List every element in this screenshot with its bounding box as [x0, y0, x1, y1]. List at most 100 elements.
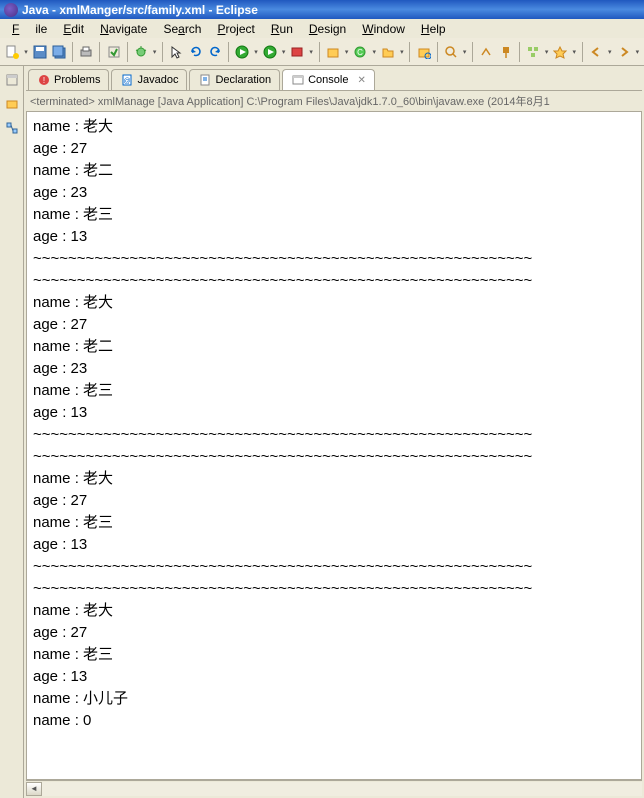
- tab-label: Javadoc: [137, 74, 178, 86]
- close-tab-icon[interactable]: ✕: [357, 75, 365, 86]
- svg-text:C: C: [358, 48, 364, 57]
- toolbar-separator: [99, 42, 100, 62]
- window-titlebar: Java - xmlManger/src/family.xml - Eclips…: [0, 0, 644, 19]
- new-folder-button[interactable]: [379, 42, 397, 62]
- ext-tools-dropdown[interactable]: ▾: [308, 48, 315, 56]
- forward-dropdown[interactable]: ▾: [634, 48, 641, 56]
- console-line: age : 27: [33, 138, 635, 160]
- console-line: age : 23: [33, 182, 635, 204]
- wizard-button[interactable]: [551, 42, 569, 62]
- back-dropdown[interactable]: ▾: [606, 48, 613, 56]
- menu-project[interactable]: Project: [209, 20, 262, 38]
- console-line: name : 老大: [33, 292, 635, 314]
- console-line: age : 13: [33, 666, 635, 688]
- new-dropdown[interactable]: ▾: [22, 48, 29, 56]
- console-line: ~~~~~~~~~~~~~~~~~~~~~~~~~~~~~~~~~~~~~~~~…: [33, 446, 635, 468]
- console-line: name : 老三: [33, 512, 635, 534]
- struct-button[interactable]: [524, 42, 542, 62]
- menu-help[interactable]: Help: [413, 20, 454, 38]
- eclipse-icon: [4, 3, 18, 17]
- toggle-button[interactable]: [477, 42, 495, 62]
- toolbar-separator: [127, 42, 128, 62]
- window-title: Java - xmlManger/src/family.xml - Eclips…: [22, 3, 258, 17]
- toolbar-separator: [582, 42, 583, 62]
- ext-tools-button[interactable]: [288, 42, 306, 62]
- forward-button[interactable]: [614, 42, 632, 62]
- redo-button[interactable]: [206, 42, 224, 62]
- editor-area: ! Problems @ Javadoc Declaration Console…: [24, 66, 644, 798]
- package-explorer-min-icon[interactable]: [4, 96, 20, 112]
- hierarchy-min-icon[interactable]: [4, 120, 20, 136]
- search-button[interactable]: [442, 42, 460, 62]
- search-dropdown[interactable]: ▾: [461, 48, 468, 56]
- console-line: name : 老二: [33, 160, 635, 182]
- toolbar-separator: [519, 42, 520, 62]
- console-line: age : 13: [33, 402, 635, 424]
- menu-search[interactable]: Search: [155, 20, 209, 38]
- console-line: age : 27: [33, 622, 635, 644]
- tab-problems[interactable]: ! Problems: [28, 69, 109, 90]
- struct-dropdown[interactable]: ▾: [543, 48, 550, 56]
- debug-dropdown[interactable]: ▾: [151, 48, 158, 56]
- tab-declaration[interactable]: Declaration: [189, 69, 280, 90]
- view-tabs: ! Problems @ Javadoc Declaration Console…: [26, 68, 642, 90]
- wizard-dropdown[interactable]: ▾: [571, 48, 578, 56]
- console-line: name : 小儿子: [33, 688, 635, 710]
- new-class-dropdown[interactable]: ▾: [371, 48, 378, 56]
- run-dropdown[interactable]: ▾: [252, 48, 259, 56]
- menu-run[interactable]: Run: [263, 20, 301, 38]
- new-class-button[interactable]: C: [351, 42, 369, 62]
- console-line: name : 老二: [33, 336, 635, 358]
- menu-edit[interactable]: Edit: [55, 20, 92, 38]
- toolbar-separator: [319, 42, 320, 62]
- scroll-left-button[interactable]: ◄: [26, 782, 42, 796]
- console-output[interactable]: name : 老大age : 27name : 老二age : 23name :…: [26, 111, 642, 780]
- menu-window[interactable]: Window: [354, 20, 413, 38]
- svg-text:!: !: [43, 76, 45, 85]
- new-button[interactable]: [3, 42, 21, 62]
- toolbar-separator: [162, 42, 163, 62]
- toolbar-separator: [72, 42, 73, 62]
- tab-javadoc[interactable]: @ Javadoc: [111, 69, 187, 90]
- new-package-button[interactable]: [324, 42, 342, 62]
- console-icon: [291, 73, 305, 87]
- console-line: age : 27: [33, 490, 635, 512]
- console-line: name : 老三: [33, 380, 635, 402]
- menu-bar: File Edit Navigate Search Project Run De…: [0, 19, 644, 38]
- cursor-button[interactable]: [167, 42, 185, 62]
- menu-navigate[interactable]: Navigate: [92, 20, 155, 38]
- workspace: ! Problems @ Javadoc Declaration Console…: [0, 66, 644, 798]
- print-button[interactable]: [77, 42, 95, 62]
- console-line: ~~~~~~~~~~~~~~~~~~~~~~~~~~~~~~~~~~~~~~~~…: [33, 424, 635, 446]
- save-button[interactable]: [31, 42, 49, 62]
- console-line: age : 13: [33, 226, 635, 248]
- toolbar-separator: [472, 42, 473, 62]
- new-package-dropdown[interactable]: ▾: [343, 48, 350, 56]
- build-button[interactable]: [104, 42, 122, 62]
- console-line: name : 老大: [33, 600, 635, 622]
- debug-button[interactable]: [132, 42, 150, 62]
- menu-file[interactable]: File: [4, 20, 55, 38]
- back-button[interactable]: [587, 42, 605, 62]
- restore-view-button[interactable]: [4, 72, 20, 88]
- console-line: name : 老三: [33, 644, 635, 666]
- pin-button[interactable]: [496, 42, 514, 62]
- console-line: age : 23: [33, 358, 635, 380]
- run-button[interactable]: [233, 42, 251, 62]
- left-trim-bar: [0, 66, 24, 798]
- open-type-button[interactable]: [414, 42, 432, 62]
- horizontal-scrollbar[interactable]: ◄: [26, 780, 642, 796]
- run-last-dropdown[interactable]: ▾: [280, 48, 287, 56]
- console-line: age : 27: [33, 314, 635, 336]
- run-last-button[interactable]: [261, 42, 279, 62]
- menu-design[interactable]: Design: [301, 20, 354, 38]
- console-line: name : 老大: [33, 468, 635, 490]
- new-folder-dropdown[interactable]: ▾: [398, 48, 405, 56]
- declaration-icon: [198, 73, 212, 87]
- refresh-button[interactable]: [186, 42, 204, 62]
- save-all-button[interactable]: [50, 42, 68, 62]
- tab-console[interactable]: Console ✕: [282, 69, 375, 90]
- toolbar-separator: [228, 42, 229, 62]
- console-line: ~~~~~~~~~~~~~~~~~~~~~~~~~~~~~~~~~~~~~~~~…: [33, 578, 635, 600]
- scroll-track[interactable]: [42, 782, 642, 796]
